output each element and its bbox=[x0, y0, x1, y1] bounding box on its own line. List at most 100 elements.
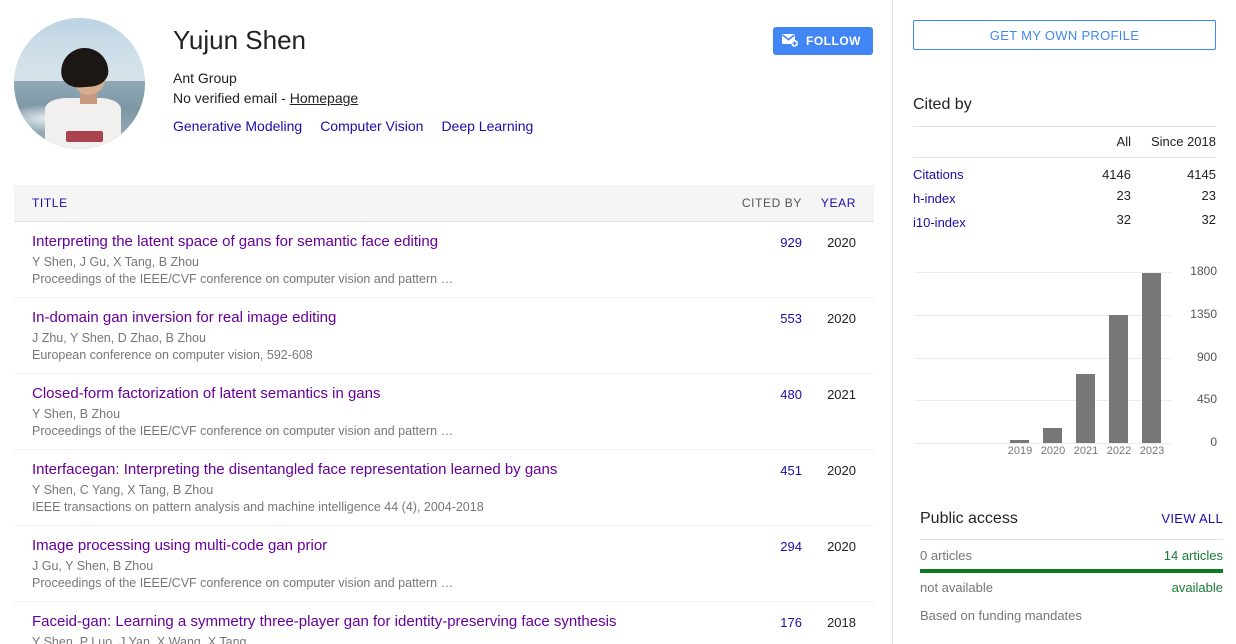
publication-year-cell: 2020 bbox=[802, 460, 874, 480]
public-access-right-label: available bbox=[1171, 580, 1223, 595]
publication-authors: Y Shen, J Gu, X Tang, B Zhou bbox=[32, 255, 200, 269]
cited-by-link[interactable]: 451 bbox=[780, 463, 802, 478]
cited-by-link[interactable]: 294 bbox=[780, 539, 802, 554]
cited-by-title: Cited by bbox=[913, 96, 972, 113]
public-access-title: Public access bbox=[920, 510, 1018, 527]
publication-authors: J Zhu, Y Shen, D Zhao, B Zhou bbox=[32, 331, 206, 345]
avatar-shirt-graphic bbox=[66, 130, 104, 143]
table-row: h-index 23 23 bbox=[913, 183, 1216, 207]
publication-year-cell: 2020 bbox=[802, 232, 874, 252]
stats-header-blank bbox=[913, 126, 1041, 158]
column-header-title[interactable]: TITLE bbox=[14, 196, 697, 210]
scholar-profile-page: Yujun Shen Ant Group No verified email -… bbox=[0, 0, 1236, 644]
publication-authors: Y Shen, P Luo, J Yan, X Wang, X Tang bbox=[32, 635, 247, 644]
column-header-cited-by: CITED BY bbox=[741, 196, 802, 210]
public-access-labels: not available available bbox=[920, 580, 1223, 608]
cited-by-section-header: Cited by bbox=[913, 96, 1217, 126]
public-access-note: Based on funding mandates bbox=[920, 608, 1082, 623]
cited-by-link[interactable]: 553 bbox=[780, 311, 802, 326]
avatar[interactable] bbox=[14, 18, 145, 149]
publication-year-cell: 2020 bbox=[802, 536, 874, 556]
homepage-link[interactable]: Homepage bbox=[290, 90, 359, 106]
publications-table: TITLE CITED BY YEAR Interpreting the lat… bbox=[14, 185, 874, 644]
publication-year-cell: 2020 bbox=[802, 308, 874, 328]
follow-button[interactable]: FOLLOW bbox=[773, 27, 873, 55]
publication-authors: Y Shen, B Zhou bbox=[32, 407, 121, 421]
chart-y-tick-label: 900 bbox=[1196, 350, 1217, 364]
publication-title-link[interactable]: Interpreting the latent space of gans fo… bbox=[32, 232, 697, 252]
publication-cited-by-cell: 480 bbox=[697, 384, 802, 404]
table-row: i10-index 32 32 bbox=[913, 207, 1216, 231]
i10-index-link[interactable]: i10-index bbox=[913, 215, 966, 230]
chart-x-tick-label-2020[interactable]: 2020 bbox=[1036, 445, 1070, 457]
publication-year-cell: 2018 bbox=[802, 612, 874, 632]
citations-link[interactable]: Citations bbox=[913, 167, 964, 182]
chart-bar-2023[interactable] bbox=[1142, 273, 1161, 443]
publication-info: Interfacegan: Interpreting the disentang… bbox=[14, 460, 697, 516]
publication-info: Closed-form factorization of latent sema… bbox=[14, 384, 697, 440]
publication-title-link[interactable]: Closed-form factorization of latent sema… bbox=[32, 384, 697, 404]
research-interests: Generative Modeling Computer Vision Deep L… bbox=[173, 118, 892, 134]
interest-link-deep-learning[interactable]: Deep Learning bbox=[441, 118, 533, 134]
chart-bar-2019[interactable] bbox=[1010, 440, 1029, 443]
main-content-column: Yujun Shen Ant Group No verified email -… bbox=[0, 0, 893, 644]
stat-i10-index-all: 32 bbox=[1116, 211, 1131, 227]
stats-header-row: All Since 2018 bbox=[913, 126, 1216, 158]
envelope-plus-icon bbox=[782, 33, 799, 50]
chart-gridline bbox=[915, 443, 1171, 444]
citation-stats-table: All Since 2018 Citations 4146 4145 h-ind… bbox=[913, 126, 1216, 231]
public-access-counts: 0 articles 14 articles bbox=[920, 539, 1223, 569]
public-access-left-count: 0 articles bbox=[920, 548, 973, 563]
public-access-section: Public access VIEW ALL 0 articles 14 art… bbox=[920, 510, 1223, 623]
cited-by-link[interactable]: 176 bbox=[780, 615, 802, 630]
chart-bar-2021[interactable] bbox=[1076, 374, 1095, 443]
interest-link-generative-modeling[interactable]: Generative Modeling bbox=[173, 118, 302, 134]
publication-venue: Proceedings of the IEEE/CVF conference o… bbox=[32, 576, 454, 590]
publication-year: 2020 bbox=[827, 235, 856, 250]
publication-authors: Y Shen, C Yang, X Tang, B Zhou bbox=[32, 483, 214, 497]
table-row: Image processing using multi-code gan pr… bbox=[14, 526, 874, 602]
publication-title-link[interactable]: Image processing using multi-code gan pr… bbox=[32, 536, 697, 556]
get-my-own-profile-button[interactable]: GET MY OWN PROFILE bbox=[913, 20, 1216, 50]
chart-bar-2022[interactable] bbox=[1109, 315, 1128, 443]
cited-by-link[interactable]: 480 bbox=[780, 387, 802, 402]
chart-y-tick-label: 450 bbox=[1196, 392, 1217, 406]
publication-cited-by-cell: 176 bbox=[697, 612, 802, 632]
publication-cited-by-cell: 553 bbox=[697, 308, 802, 328]
chart-x-tick-label-2023[interactable]: 2023 bbox=[1135, 445, 1169, 457]
publication-info: Image processing using multi-code gan pr… bbox=[14, 536, 697, 592]
table-row: In-domain gan inversion for real image e… bbox=[14, 298, 874, 374]
chart-x-tick-label-2022[interactable]: 2022 bbox=[1102, 445, 1136, 457]
column-header-year[interactable]: YEAR bbox=[802, 196, 874, 210]
table-row: Closed-form factorization of latent sema… bbox=[14, 374, 874, 450]
public-access-progress-fill bbox=[920, 569, 1223, 573]
chart-gridline bbox=[915, 315, 1171, 316]
chart-x-tick-label-2019[interactable]: 2019 bbox=[1003, 445, 1037, 457]
publication-info: Faceid-gan: Learning a symmetry three-pl… bbox=[14, 612, 697, 644]
view-all-link[interactable]: VIEW ALL bbox=[1161, 511, 1223, 526]
public-access-header: Public access VIEW ALL bbox=[920, 510, 1223, 539]
publication-title-link[interactable]: Faceid-gan: Learning a symmetry three-pl… bbox=[32, 612, 697, 632]
stat-label-h-index: h-index bbox=[913, 183, 1041, 207]
publication-venue: Proceedings of the IEEE/CVF conference o… bbox=[32, 272, 454, 286]
chart-gridline bbox=[915, 400, 1171, 401]
interest-link-computer-vision[interactable]: Computer Vision bbox=[320, 118, 423, 134]
stats-header-all: All bbox=[1041, 126, 1131, 158]
stat-citations-all: 4146 bbox=[1102, 167, 1131, 182]
table-row: Interfacegan: Interpreting the disentang… bbox=[14, 450, 874, 526]
publication-cited-by-cell: 929 bbox=[697, 232, 802, 252]
publication-title-link[interactable]: Interfacegan: Interpreting the disentang… bbox=[32, 460, 697, 480]
follow-button-label: FOLLOW bbox=[806, 34, 861, 48]
publication-cited-by-cell: 451 bbox=[697, 460, 802, 480]
public-access-right-count[interactable]: 14 articles bbox=[1164, 548, 1223, 563]
chart-bar-2020[interactable] bbox=[1043, 428, 1062, 443]
publication-title-link[interactable]: In-domain gan inversion for real image e… bbox=[32, 308, 697, 328]
cited-by-link[interactable]: 929 bbox=[780, 235, 802, 250]
h-index-link[interactable]: h-index bbox=[913, 191, 956, 206]
citations-per-year-chart: 0 450 900 1350 1800 2019 2020 2021 2022 2023 bbox=[915, 264, 1217, 462]
chart-gridline bbox=[915, 272, 1171, 273]
chart-x-tick-label-2021[interactable]: 2021 bbox=[1069, 445, 1103, 457]
stat-h-index-since: 23 bbox=[1201, 187, 1216, 203]
stats-header-since: Since 2018 bbox=[1131, 126, 1216, 158]
publications-table-header: TITLE CITED BY YEAR bbox=[14, 185, 874, 222]
